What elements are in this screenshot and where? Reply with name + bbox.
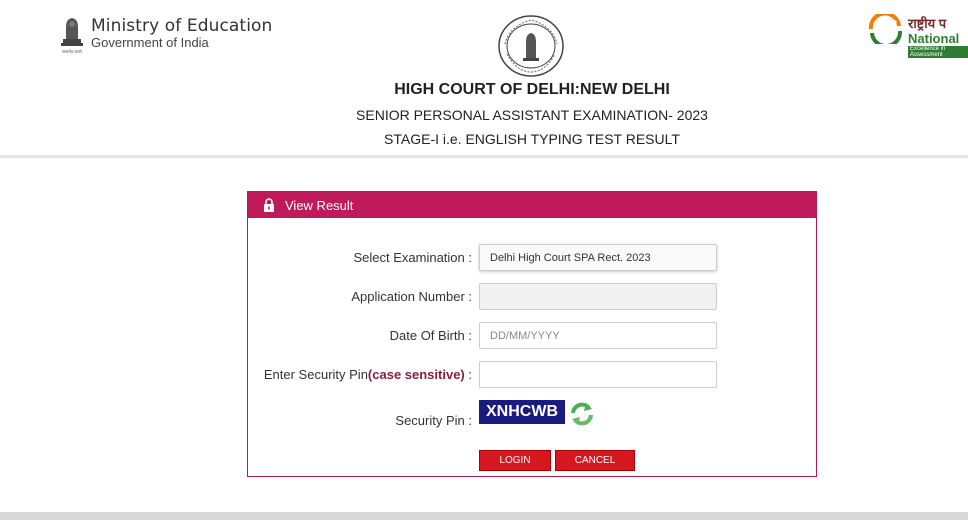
exam-label: Select Examination :	[353, 250, 472, 265]
security-pin-label-text: Enter Security Pin	[263, 367, 368, 382]
dob-label: Date Of Birth :	[389, 328, 472, 343]
nta-english-name: National	[908, 31, 960, 46]
application-number-label: Application Number :	[351, 289, 472, 304]
captcha-label: Security Pin :	[395, 413, 472, 428]
ministry-logo[interactable]: सत्यमेव जयते Ministry of Education Gover…	[57, 13, 272, 55]
header-divider	[0, 155, 968, 158]
security-pin-input[interactable]	[479, 361, 717, 388]
ministry-title: Ministry of Education	[91, 16, 273, 36]
nta-logo[interactable]: राष्ट्रीय प National Excellence in Asses…	[868, 14, 968, 58]
cancel-button[interactable]: CANCEL	[555, 450, 635, 471]
result-type: STAGE-I i.e. ENGLISH TYPING TEST RESULT	[384, 131, 680, 147]
nta-tagline: Excellence in Assessment	[908, 46, 968, 58]
application-row: Application Number :	[248, 283, 818, 311]
panel-header: View Result	[248, 192, 816, 218]
nta-logo-icon	[868, 14, 903, 44]
dob-input[interactable]: DD/MM/YYYY	[479, 322, 717, 349]
page-titles: HIGH COURT OF DELHI:NEW DELHI SENIOR PER…	[0, 78, 968, 147]
page-title: HIGH COURT OF DELHI:NEW DELHI	[394, 81, 670, 98]
case-sensitive-note: (case sensitive)	[367, 367, 465, 382]
exam-select[interactable]: Delhi High Court SPA Rect. 2023	[479, 244, 717, 271]
exam-name: SENIOR PERSONAL ASSISTANT EXAMINATION- 2…	[356, 107, 708, 123]
security-pin-row: Enter Security Pin(case sensitive) :	[248, 361, 818, 389]
panel-heading: View Result	[285, 197, 354, 213]
horizontal-scrollbar[interactable]	[0, 512, 968, 520]
ministry-subtitle: Government of India	[91, 35, 209, 50]
security-pin-label: Enter Security Pin(case sensitive) :	[264, 367, 472, 382]
lock-icon	[264, 198, 274, 212]
view-result-panel: View Result Select Examination : Delhi H…	[247, 191, 817, 477]
refresh-icon[interactable]	[568, 400, 596, 428]
login-button[interactable]: LOGIN	[479, 450, 551, 471]
application-number-input[interactable]	[479, 283, 717, 310]
dob-row: Date Of Birth : DD/MM/YYYY	[248, 322, 818, 350]
security-pin-label-colon: :	[464, 367, 472, 382]
ashoka-emblem-icon: सत्यमेव जयते	[61, 18, 83, 54]
captcha-image: XNHCWB	[479, 400, 565, 424]
exam-row: Select Examination : Delhi High Court SP…	[248, 244, 818, 272]
captcha-row: Security Pin : XNHCWB	[248, 400, 818, 428]
emblem-motto: सत्यमेव जयते	[62, 49, 82, 54]
page-header: सत्यमेव जयते Ministry of Education Gover…	[0, 0, 968, 155]
nta-hindi-name: राष्ट्रीय प	[908, 16, 947, 31]
delhi-high-court-seal-icon	[498, 15, 564, 77]
